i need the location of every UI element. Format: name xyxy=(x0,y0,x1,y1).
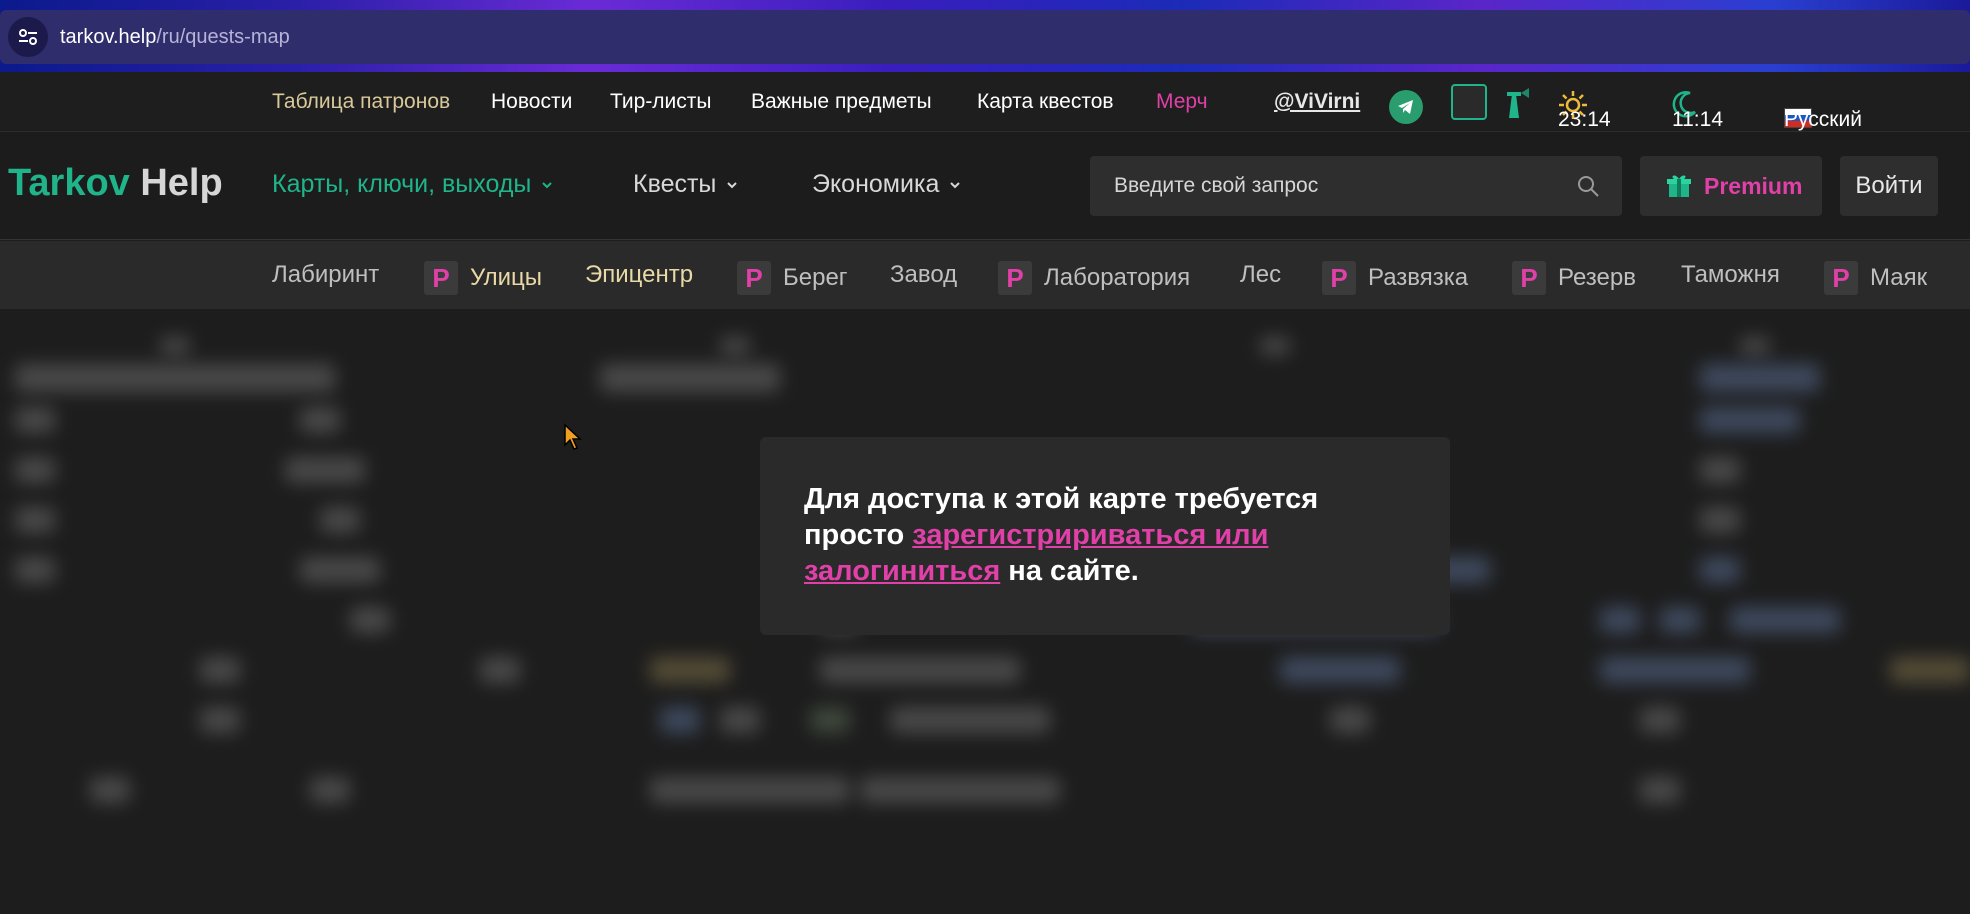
logo-help: Help xyxy=(140,162,223,204)
premium-badge-icon: P xyxy=(737,261,771,295)
language-label: Русский xyxy=(1784,108,1862,131)
nav-tier-lists[interactable]: Тир-листы xyxy=(610,90,712,114)
telegram-icon[interactable] xyxy=(1389,90,1423,124)
nav-news[interactable]: Новости xyxy=(491,90,572,114)
map-tab-label: Таможня xyxy=(1681,261,1780,288)
modal-message: Для доступа к этой карте требуется прост… xyxy=(804,481,1406,589)
top-navigation: Таблица патронов Новости Тир-листы Важны… xyxy=(0,72,1970,132)
main-header: Tarkov Help Карты, ключи, выходы Квесты … xyxy=(0,132,1970,240)
nav-quest-map[interactable]: Карта квестов xyxy=(977,90,1114,114)
map-tab-customs[interactable]: Таможня xyxy=(1681,261,1780,289)
map-tab-shoreline[interactable]: P Берег xyxy=(737,261,848,295)
night-time: 11:14 xyxy=(1672,90,1723,131)
map-tab-labyrinth[interactable]: Лабиринт xyxy=(272,261,379,289)
map-tabs: Лабиринт P Улицы Эпицентр P Берег Завод … xyxy=(0,241,1970,309)
map-tab-woods[interactable]: Лес xyxy=(1240,261,1281,289)
chevron-down-icon xyxy=(542,181,553,188)
map-tab-label: Развязка xyxy=(1368,264,1469,291)
day-time: 23:14 xyxy=(1558,90,1611,131)
site-logo[interactable]: Tarkov Help xyxy=(8,162,223,205)
menu-economy[interactable]: Экономика xyxy=(812,170,961,199)
author-link[interactable]: @ViVirni xyxy=(1274,90,1360,114)
map-tab-streets[interactable]: P Улицы xyxy=(424,261,542,295)
premium-label: Premium xyxy=(1704,172,1803,199)
menu-quests-label: Квесты xyxy=(633,170,717,198)
search-box xyxy=(1090,156,1622,216)
access-required-modal: Для доступа к этой карте требуется прост… xyxy=(760,437,1450,635)
chevron-down-icon xyxy=(950,181,961,188)
map-tab-label: Лабиринт xyxy=(272,261,380,288)
nav-ammo-table[interactable]: Таблица патронов xyxy=(272,90,450,114)
map-tab-label: Резерв xyxy=(1558,264,1636,291)
map-tab-label: Лаборатория xyxy=(1044,264,1191,291)
night-time-value: 11:14 xyxy=(1672,108,1723,131)
map-tab-lighthouse[interactable]: P Маяк xyxy=(1824,261,1927,295)
chevron-down-icon xyxy=(727,181,738,188)
premium-badge-icon: P xyxy=(1824,261,1858,295)
premium-badge-icon: P xyxy=(1322,261,1356,295)
map-tab-label: Эпицентр xyxy=(585,261,694,288)
search-input[interactable] xyxy=(1090,156,1560,216)
nav-merch[interactable]: Мерч xyxy=(1156,90,1208,114)
url-text[interactable]: tarkov.help/ru/quests-map xyxy=(60,26,290,49)
map-tab-label: Улицы xyxy=(470,264,543,291)
map-tab-laboratory[interactable]: P Лаборатория xyxy=(998,261,1190,295)
lighthouse-icon[interactable] xyxy=(1495,84,1531,120)
map-tab-reserve[interactable]: P Резерв xyxy=(1512,261,1636,295)
map-tab-label: Маяк xyxy=(1870,264,1928,291)
day-time-value: 23:14 xyxy=(1558,108,1611,131)
menu-quests[interactable]: Квесты xyxy=(633,170,738,199)
boss-icon[interactable] xyxy=(1451,84,1487,120)
logo-tarkov: Tarkov xyxy=(8,162,130,204)
premium-badge-icon: P xyxy=(1512,261,1546,295)
menu-maps-keys-exits[interactable]: Карты, ключи, выходы xyxy=(272,170,553,199)
address-bar[interactable]: tarkov.help/ru/quests-map xyxy=(0,10,1970,64)
map-tab-label: Завод xyxy=(890,261,958,288)
map-tab-epicenter[interactable]: Эпицентр xyxy=(585,261,693,289)
browser-toolbar: tarkov.help/ru/quests-map xyxy=(0,0,1970,72)
map-tab-label: Берег xyxy=(783,264,848,291)
premium-badge-icon: P xyxy=(424,261,458,295)
url-path: /ru/quests-map xyxy=(156,25,290,48)
menu-maps-label: Карты, ключи, выходы xyxy=(272,170,532,198)
map-tab-interchange[interactable]: P Развязка xyxy=(1322,261,1468,295)
modal-text-after: на сайте. xyxy=(1000,555,1139,587)
nav-important-items[interactable]: Важные предметы xyxy=(751,90,932,114)
url-host: tarkov.help xyxy=(60,25,157,48)
gift-icon xyxy=(1667,175,1691,197)
premium-button[interactable]: Premium xyxy=(1640,156,1822,216)
site-settings-icon[interactable] xyxy=(8,17,48,57)
mouse-cursor-icon xyxy=(564,423,582,450)
premium-badge-icon: P xyxy=(998,261,1032,295)
map-tab-factory[interactable]: Завод xyxy=(890,261,957,289)
map-tab-label: Лес xyxy=(1240,261,1282,288)
menu-economy-label: Экономика xyxy=(812,170,940,198)
search-icon[interactable] xyxy=(1576,174,1600,198)
login-button[interactable]: Войти xyxy=(1840,156,1938,216)
